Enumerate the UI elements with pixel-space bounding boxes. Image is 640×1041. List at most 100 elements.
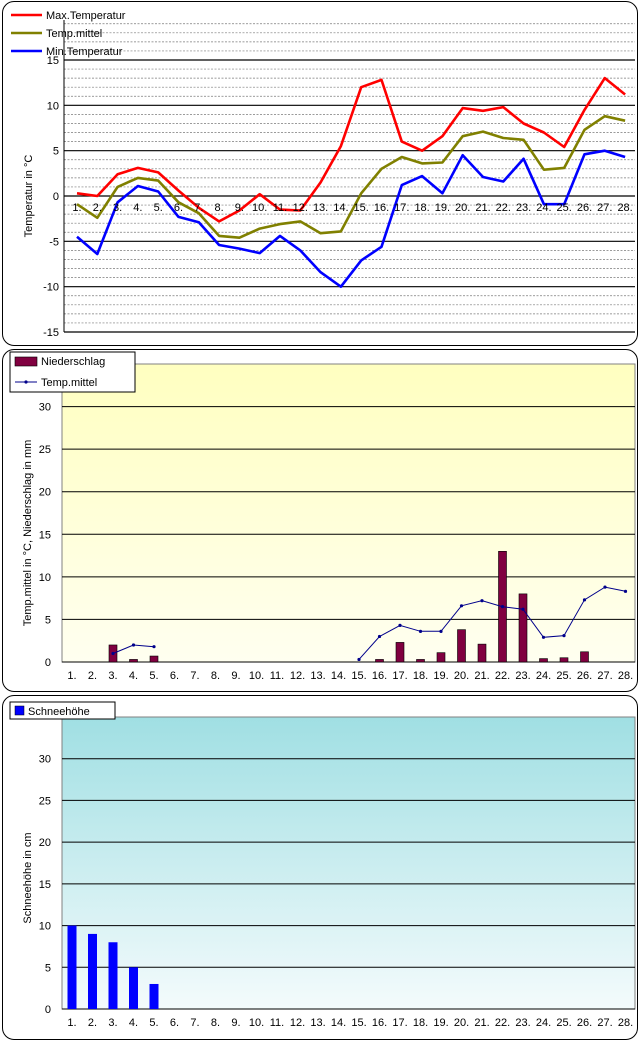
y-tick-label: 30 (39, 754, 51, 766)
temperature-chart: 151050-5-10-15Temperatur in °C 1. 2. 3. 4. 5.… (11, 10, 635, 339)
snow-depth-bar (108, 942, 118, 1009)
precipitation-bar (129, 659, 138, 663)
x-tick-label: 7. (190, 670, 199, 682)
x-tick-label: 27. (597, 1017, 612, 1029)
mean-temp-point (418, 629, 423, 633)
x-tick-label: 23. (515, 1017, 530, 1029)
x-tick-label: 6. (174, 202, 183, 214)
y-tick-label: 0 (53, 191, 59, 203)
x-tick-label: 19. (435, 202, 450, 214)
x-tick-label: 26. (577, 202, 592, 214)
y-axis-label: Temperatur in °C (23, 155, 35, 238)
x-tick-label: 25. (556, 1017, 571, 1029)
series-line-mintemperatur (76, 149, 626, 289)
x-tick-label: 12. (290, 1017, 305, 1029)
plot-area (61, 363, 636, 663)
x-tick-label: 15. (351, 1017, 366, 1029)
x-tick-label: 5. (149, 670, 158, 682)
x-tick-label: 26. (577, 1017, 592, 1029)
legend-label: Min.Temperatur (46, 46, 123, 58)
y-tick-label: -15 (43, 327, 59, 339)
precipitation-bar (457, 629, 466, 663)
legend-swatch (14, 705, 25, 716)
x-tick-label: 2. (88, 670, 97, 682)
precipitation-bar (395, 642, 405, 663)
x-tick-label: 18. (414, 202, 429, 214)
x-tick-label: 1. (72, 202, 81, 214)
x-tick-label: 1. (67, 670, 76, 682)
x-tick-label: 9. (235, 202, 244, 214)
temperature-chart-panel: 15 10 5 0 -5 -10 -15 Temperatur in °C 1. 2. 3. 4. 5.… (2, 1, 638, 346)
x-tick-label: 21. (475, 202, 490, 214)
x-tick-label: 20. (454, 1017, 469, 1029)
snow-depth-bar (129, 967, 138, 1009)
y-tick-label: 20 (39, 837, 51, 849)
mean-temp-point (480, 599, 484, 603)
x-tick-label: 12. (293, 202, 308, 214)
x-tick-label: 13. (313, 202, 328, 214)
mean-temp-point (623, 589, 628, 593)
snow-depth-bar (67, 925, 77, 1009)
mean-temp-point (562, 634, 566, 638)
x-tick-label: 9. (231, 670, 240, 682)
x-tick-label: 12. (290, 670, 305, 682)
mean-temp-point (603, 585, 607, 589)
y-axis-label: Schneehöhe in cm (22, 832, 34, 923)
x-tick-label: 1. (67, 1017, 76, 1029)
precipitation-bar (539, 658, 548, 663)
x-tick-label: 19. (433, 1017, 448, 1029)
mean-temp-point (541, 635, 546, 639)
snow-depth-chart-panel: 0 5 10 15 20 25 30 Schneehöhe in cm 1. 2. 3. 4. 5. 6.… (2, 695, 638, 1040)
legend-label: Max.Temperatur (46, 10, 126, 22)
x-tick-label: 8. (215, 202, 224, 214)
x-tick-label: 24. (536, 202, 551, 214)
x-tick-label: 15. (354, 202, 369, 214)
snow-depth-bar (88, 933, 97, 1009)
x-tick-label: 22. (495, 1017, 510, 1029)
x-tick-label: 26. (577, 670, 592, 682)
x-tick-label: 2. (93, 202, 102, 214)
x-tick-label: 11. (273, 202, 287, 214)
y-tick-label: 20 (39, 487, 51, 499)
x-tick-label: 14. (333, 202, 348, 214)
x-tick-label: 22. (495, 670, 510, 682)
x-tick-label: 4. (129, 1017, 138, 1029)
y-tick-label: 25 (39, 444, 51, 456)
x-tick-label: 8. (211, 1017, 220, 1029)
mean-temp-point (131, 643, 136, 647)
x-tick-label: 18. (413, 670, 428, 682)
plot-area (61, 716, 636, 1010)
x-tick-label: 11. (270, 670, 284, 682)
x-tick-label: 21. (474, 1017, 489, 1029)
mean-temp-point (398, 623, 402, 627)
x-tick-label: 5. (149, 1017, 158, 1029)
x-tick-label: 16. (372, 670, 387, 682)
mean-temp-point (357, 657, 361, 662)
y-axis-label: Temp.mittel in °C, Niederschlag in mm (22, 440, 34, 627)
x-tick-label: 15. (351, 670, 366, 682)
x-tick-label: 28. (617, 202, 632, 214)
x-tick-label: 7. (190, 1017, 199, 1029)
x-tick-label: 28. (618, 670, 633, 682)
precipitation-bar (436, 652, 446, 663)
precipitation-bar (580, 651, 589, 663)
x-tick-label: 27. (597, 670, 612, 682)
x-tick-label: 11. (270, 1017, 284, 1029)
y-tick-label: 10 (39, 921, 51, 933)
mean-temp-point (111, 651, 115, 656)
x-tick-label: 8. (211, 670, 220, 682)
y-tick-label: 0 (45, 1004, 51, 1016)
x-tick-label: 24. (536, 1017, 551, 1029)
x-tick-label: 3. (113, 202, 122, 214)
precipitation-bar (149, 655, 159, 663)
x-tick-label: 17. (392, 1017, 407, 1029)
x-tick-label: 2. (88, 1017, 97, 1029)
y-tick-label: 5 (45, 962, 51, 974)
y-tick-label: 30 (39, 402, 51, 414)
legend-swatch (24, 380, 28, 384)
precipitation-bar (477, 643, 487, 663)
x-tick-label: 28. (618, 1017, 633, 1029)
x-tick-label: 17. (392, 670, 407, 682)
y-tick-label: 15 (39, 529, 51, 541)
x-tick-label: 23. (515, 670, 530, 682)
